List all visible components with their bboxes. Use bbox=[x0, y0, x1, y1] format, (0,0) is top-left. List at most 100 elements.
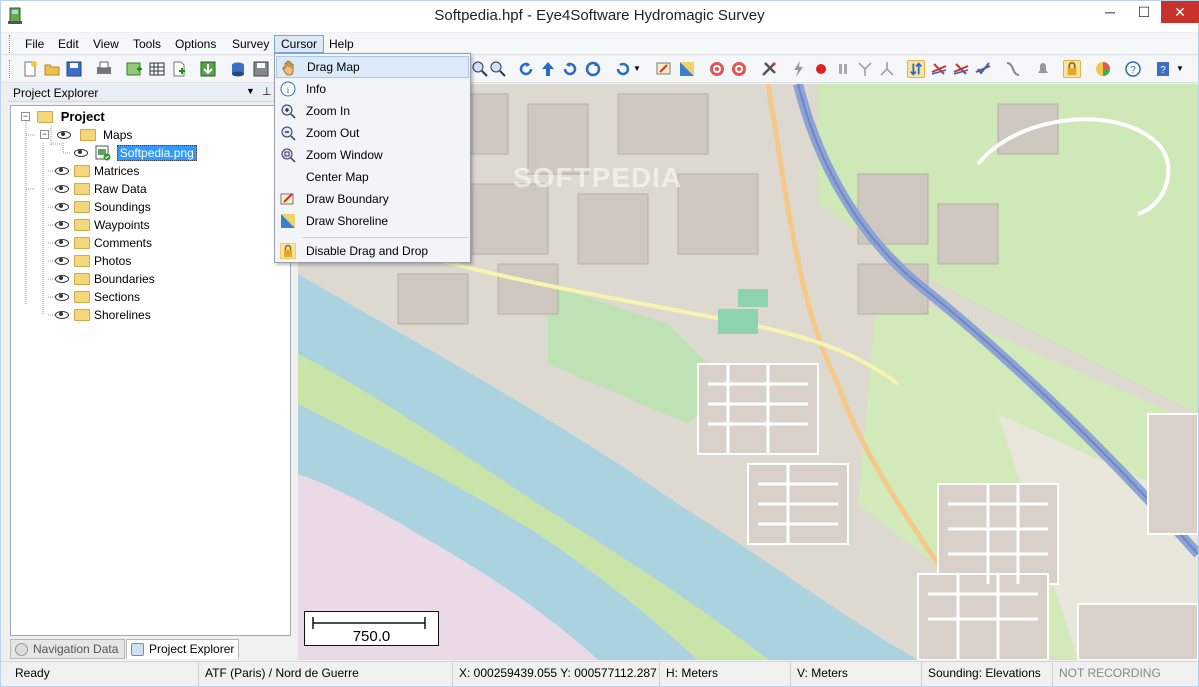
maximize-button[interactable]: ☐ bbox=[1127, 1, 1161, 23]
add-raw-data-icon[interactable] bbox=[170, 60, 188, 78]
visibility-eye-icon[interactable] bbox=[55, 202, 69, 211]
visibility-eye-icon[interactable] bbox=[55, 256, 69, 265]
menu-options[interactable]: Options bbox=[169, 35, 222, 53]
menu-item-label: Disable Drag and Drop bbox=[306, 244, 429, 258]
add-matrix-icon[interactable] bbox=[148, 60, 166, 78]
visibility-eye-icon[interactable] bbox=[55, 220, 69, 229]
check-line-icon[interactable] bbox=[974, 60, 992, 78]
menu-cursor[interactable]: Cursor bbox=[274, 35, 325, 53]
tree-node-sections[interactable]: Sections bbox=[55, 288, 140, 306]
scale-label: 750.0 bbox=[352, 628, 391, 645]
tree-node-soundings[interactable]: Soundings bbox=[55, 198, 151, 216]
collapse-icon[interactable]: − bbox=[21, 112, 30, 122]
tree-node-matrices[interactable]: Matrices bbox=[55, 162, 139, 180]
refresh-icon[interactable] bbox=[584, 60, 602, 78]
target-alt-icon[interactable] bbox=[730, 60, 748, 78]
tab-label: Navigation Data bbox=[33, 642, 119, 656]
pin-icon[interactable]: ⊥ bbox=[262, 85, 272, 98]
panel-dropdown-icon[interactable]: ▼ bbox=[246, 86, 255, 96]
rotate-left-icon[interactable] bbox=[517, 60, 535, 78]
tree-node-photos[interactable]: Photos bbox=[55, 252, 131, 270]
join-line-icon[interactable] bbox=[878, 60, 896, 78]
save-icon[interactable] bbox=[65, 60, 83, 78]
menu-item-label: Draw Shoreline bbox=[306, 214, 389, 228]
visibility-eye-icon[interactable] bbox=[57, 130, 72, 139]
tab-project-explorer[interactable]: Project Explorer bbox=[126, 639, 239, 659]
window-title: Softpedia.hpf - Eye4Software Hydromagic … bbox=[434, 7, 765, 24]
target-icon[interactable] bbox=[708, 60, 726, 78]
redo-dropdown-icon[interactable] bbox=[614, 60, 632, 78]
menu-item-zoom-window[interactable]: Zoom Window bbox=[276, 144, 469, 166]
tree-node-project[interactable]: − Project bbox=[21, 108, 105, 126]
visibility-eye-icon[interactable] bbox=[55, 184, 69, 193]
menu-survey[interactable]: Survey bbox=[226, 35, 275, 53]
menu-item-drag-map[interactable]: Drag Map bbox=[276, 56, 469, 78]
tree-label: Soundings bbox=[94, 200, 151, 214]
scale-bar: 750.0 bbox=[304, 611, 439, 646]
folder-icon bbox=[74, 308, 90, 321]
zoom-window-toolbar-icon[interactable] bbox=[471, 60, 489, 78]
tree-node-map-file[interactable]: Softpedia.png bbox=[74, 144, 197, 162]
tab-navigation-data[interactable]: Navigation Data bbox=[10, 639, 125, 659]
cross-line-alt-icon[interactable] bbox=[952, 60, 970, 78]
database-icon[interactable] bbox=[229, 60, 247, 78]
sort-toggle-icon[interactable] bbox=[907, 60, 925, 78]
cross-line-icon[interactable] bbox=[930, 60, 948, 78]
tree-node-waypoints[interactable]: Waypoints bbox=[55, 216, 150, 234]
add-map-icon[interactable] bbox=[125, 60, 143, 78]
visibility-eye-icon[interactable] bbox=[55, 310, 69, 319]
rotate-right-icon[interactable] bbox=[561, 60, 579, 78]
menu-item-draw-shoreline[interactable]: Draw Shoreline bbox=[276, 210, 469, 232]
tools-icon[interactable] bbox=[760, 60, 778, 78]
tree-node-boundaries[interactable]: Boundaries bbox=[55, 270, 155, 288]
menu-item-zoom-out[interactable]: Zoom Out bbox=[276, 122, 469, 144]
zoom-toolbar-icon[interactable] bbox=[489, 60, 507, 78]
pipeline-icon[interactable] bbox=[1004, 60, 1022, 78]
visibility-eye-icon[interactable] bbox=[55, 292, 69, 301]
draw-shoreline-toolbar-icon[interactable] bbox=[678, 60, 696, 78]
menu-file[interactable]: File bbox=[19, 35, 50, 53]
menu-edit[interactable]: Edit bbox=[52, 35, 85, 53]
save-data-icon[interactable] bbox=[252, 60, 270, 78]
split-line-icon[interactable] bbox=[856, 60, 874, 78]
arrow-up-icon[interactable] bbox=[539, 60, 557, 78]
menu-item-zoom-in[interactable]: Zoom In bbox=[276, 100, 469, 122]
help-icon[interactable]: ? bbox=[1124, 60, 1142, 78]
menu-view[interactable]: View bbox=[87, 35, 125, 53]
toolbar-overflow-icon[interactable]: ▼ bbox=[1176, 60, 1186, 78]
toolbar-grip[interactable] bbox=[9, 60, 12, 78]
new-file-icon[interactable] bbox=[21, 60, 39, 78]
menu-item-center-map[interactable]: Center Map bbox=[276, 166, 469, 188]
tree-node-comments[interactable]: Comments bbox=[55, 234, 152, 252]
print-icon[interactable] bbox=[95, 60, 113, 78]
tree-node-maps[interactable]: − Maps bbox=[40, 126, 132, 144]
lightning-icon[interactable] bbox=[790, 60, 808, 78]
collapse-icon[interactable]: − bbox=[40, 130, 49, 140]
lock-icon[interactable] bbox=[1063, 60, 1081, 78]
menu-help[interactable]: Help bbox=[323, 35, 360, 53]
draw-boundary-toolbar-icon[interactable] bbox=[655, 60, 673, 78]
tree-node-raw-data[interactable]: Raw Data bbox=[55, 180, 147, 198]
menubar-grip[interactable] bbox=[9, 35, 12, 53]
color-wheel-icon[interactable] bbox=[1094, 60, 1112, 78]
status-datum: ATF (Paris) / Nord de Guerre bbox=[199, 662, 453, 686]
visibility-eye-icon[interactable] bbox=[55, 238, 69, 247]
document-help-icon[interactable]: ? bbox=[1154, 60, 1172, 78]
open-folder-icon[interactable] bbox=[43, 60, 61, 78]
visibility-eye-icon[interactable] bbox=[74, 148, 88, 157]
bell-icon[interactable] bbox=[1034, 60, 1052, 78]
menu-item-info[interactable]: i Info bbox=[276, 78, 469, 100]
folder-icon bbox=[74, 218, 90, 231]
menu-tools[interactable]: Tools bbox=[127, 35, 167, 53]
import-icon[interactable] bbox=[199, 60, 217, 78]
menu-item-disable-drag-drop[interactable]: Disable Drag and Drop bbox=[276, 240, 469, 262]
visibility-eye-icon[interactable] bbox=[55, 274, 69, 283]
minimize-button[interactable]: ─ bbox=[1093, 1, 1127, 23]
pause-icon[interactable] bbox=[834, 60, 852, 78]
menu-item-draw-boundary[interactable]: Draw Boundary bbox=[276, 188, 469, 210]
record-icon[interactable] bbox=[812, 60, 830, 78]
tree-node-shorelines[interactable]: Shorelines bbox=[55, 306, 151, 324]
visibility-eye-icon[interactable] bbox=[55, 166, 69, 175]
close-button[interactable]: ✕ bbox=[1161, 1, 1199, 23]
chevron-down-icon[interactable]: ▼ bbox=[633, 60, 643, 78]
